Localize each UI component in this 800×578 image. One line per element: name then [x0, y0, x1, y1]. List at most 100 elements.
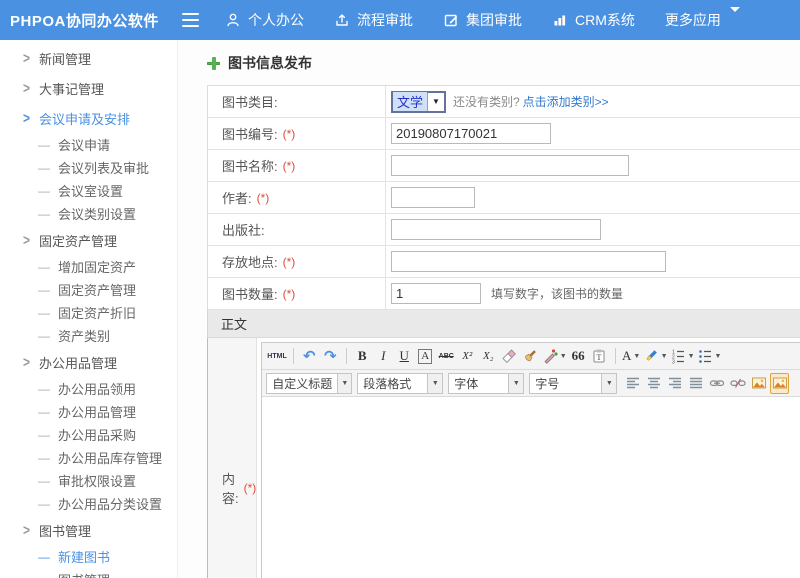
form-row-book-number: 图书编号:(*) [208, 118, 800, 150]
superscript-icon-glyph: X² [462, 350, 472, 362]
unordered-list-icon[interactable]: ▼ [697, 346, 722, 367]
dash-icon: — [38, 260, 50, 274]
book-name-input[interactable] [391, 155, 629, 176]
paste-text-icon[interactable]: T [590, 346, 609, 367]
font-family-combo[interactable]: 字体▼ [448, 373, 524, 394]
sidebar-group-2[interactable]: >会议申请及安排 [0, 103, 177, 133]
undo-icon[interactable]: ↶ [300, 346, 319, 367]
align-center-icon[interactable] [644, 373, 663, 394]
format-brush-icon[interactable] [521, 346, 540, 367]
align-justify-icon[interactable] [686, 373, 705, 394]
italic-icon[interactable]: I [374, 346, 393, 367]
blockquote-icon[interactable]: 66 [569, 346, 588, 367]
storage-location-input[interactable] [391, 251, 666, 272]
editor-content-area[interactable] [262, 397, 800, 578]
sidebar-item-4-3[interactable]: —办公用品库存管理 [0, 446, 177, 469]
undo-icon-glyph: ↶ [303, 347, 316, 365]
superscript-icon[interactable]: X² [458, 346, 477, 367]
char-border-icon[interactable]: A [416, 346, 435, 367]
sidebar-item-4-0[interactable]: —办公用品领用 [0, 377, 177, 400]
plus-icon [207, 57, 220, 70]
sidebar-item-label: 新建图书 [58, 547, 110, 566]
nav-item-process-approval[interactable]: 流程审批 [334, 10, 413, 30]
subscript-icon[interactable]: X₂ [479, 346, 498, 367]
sidebar-item-2-2[interactable]: —会议室设置 [0, 179, 177, 202]
combo-value: 段落格式 [358, 375, 427, 392]
auto-typeset-icon[interactable]: ▼ [542, 346, 567, 367]
underline-icon[interactable]: U [395, 346, 414, 367]
eraser-icon[interactable] [500, 346, 519, 367]
blockquote-icon-glyph: 66 [572, 348, 585, 364]
category-select[interactable]: 文学▼ [391, 91, 446, 113]
nav-item-group-approval[interactable]: 集团审批 [443, 10, 522, 30]
sidebar-item-3-2[interactable]: —固定资产折旧 [0, 301, 177, 324]
sidebar-item-2-3[interactable]: — 会议类别设置 [0, 202, 177, 225]
form-row-author: 作者:(*) [208, 182, 800, 214]
sidebar-item-4-5[interactable]: —办公用品分类设置 [0, 492, 177, 515]
content-label: 内容: [222, 469, 239, 507]
sidebar-group-0[interactable]: >新闻管理 [0, 43, 177, 73]
nav-label: 个人办公 [248, 10, 304, 30]
publisher-input[interactable] [391, 219, 601, 240]
sidebar-item-3-3[interactable]: —资产类别 [0, 324, 177, 347]
form-label-book-category: 图书类目: [208, 86, 386, 117]
chevron-down-icon: ▼ [508, 374, 523, 393]
dash-icon: — [38, 497, 50, 511]
add-category-link[interactable]: 点击添加类别>> [523, 93, 609, 110]
sidebar-group-label: 办公用品管理 [39, 353, 117, 372]
combo-value: 自定义标题 [267, 375, 337, 392]
strikethrough-icon[interactable]: ABC [437, 346, 456, 367]
font-color-icon-glyph: A [622, 348, 631, 364]
html-source-button[interactable]: HTML [267, 346, 286, 367]
toolbar-separator [293, 348, 294, 364]
book-number-input[interactable] [391, 123, 551, 144]
sidebar-item-label: 办公用品管理 [58, 402, 136, 421]
dash-icon: — [38, 207, 50, 221]
sidebar-item-2-1[interactable]: —会议列表及审批 [0, 156, 177, 179]
chevron-down-icon: ▼ [337, 374, 351, 393]
align-right-icon[interactable] [665, 373, 684, 394]
link-icon[interactable] [707, 373, 726, 394]
field-label: 存放地点: [222, 252, 278, 271]
chevron-down-icon: ▼ [601, 374, 616, 393]
strikethrough-icon-glyph: ABC [439, 353, 454, 360]
font-color-icon[interactable]: A▼ [622, 346, 641, 367]
editor-toolbar-row1: HTML↶↷BIUAABCX²X₂▼66TA▼▼123▼▼ [262, 343, 800, 370]
redo-icon[interactable]: ↷ [321, 346, 340, 367]
dash-icon: — [38, 428, 50, 442]
bold-icon[interactable]: B [353, 346, 372, 367]
sidebar-group-5[interactable]: >图书管理 [0, 515, 177, 545]
insert-image-icon[interactable] [749, 373, 768, 394]
form-value-book-quantity: 填写数字，该图书的数量 [386, 283, 800, 304]
sidebar-group-1[interactable]: >大事记管理 [0, 73, 177, 103]
dash-icon: — [38, 161, 50, 175]
sidebar-group-3[interactable]: >固定资产管理 [0, 225, 177, 255]
sidebar-item-4-2[interactable]: —办公用品采购 [0, 423, 177, 446]
unlink-icon[interactable] [728, 373, 747, 394]
sidebar-item-4-1[interactable]: —办公用品管理 [0, 400, 177, 423]
paragraph-format-combo[interactable]: 段落格式▼ [357, 373, 443, 394]
sidebar-item-5-1[interactable]: —图书管理 [0, 568, 177, 578]
sidebar-item-3-0[interactable]: —增加固定资产 [0, 255, 177, 278]
nav-item-more-apps[interactable]: 更多应用 [665, 10, 740, 30]
image-manager-icon[interactable] [770, 373, 789, 394]
sidebar: >新闻管理>大事记管理>会议申请及安排—会议申请—会议列表及审批—会议室设置 — 会… [0, 40, 178, 578]
highlight-icon[interactable]: ▼ [643, 346, 668, 367]
sidebar-item-3-1[interactable]: —固定资产管理 [0, 278, 177, 301]
nav-item-crm-system[interactable]: CRM系统 [552, 10, 635, 30]
topbar: PHPOA协同办公软件 个人办公流程审批集团审批CRM系统更多应用 [0, 0, 800, 40]
hamburger-menu-icon[interactable] [182, 13, 199, 27]
align-left-icon[interactable] [623, 373, 642, 394]
book-quantity-input[interactable] [391, 283, 481, 304]
sidebar-item-label: 会议类别设置 [58, 204, 136, 223]
sidebar-item-5-0[interactable]: —新建图书 [0, 545, 177, 568]
ordered-list-icon[interactable]: 123▼ [670, 346, 695, 367]
heading-style-combo[interactable]: 自定义标题▼ [266, 373, 352, 394]
sidebar-item-4-4[interactable]: —审批权限设置 [0, 469, 177, 492]
author-input[interactable] [391, 187, 475, 208]
sidebar-item-2-0[interactable]: —会议申请 [0, 133, 177, 156]
nav-item-personal-office[interactable]: 个人办公 [225, 10, 304, 30]
font-size-combo[interactable]: 字号▼ [529, 373, 617, 394]
nav-label: 更多应用 [665, 10, 721, 30]
sidebar-group-4[interactable]: >办公用品管理 [0, 347, 177, 377]
